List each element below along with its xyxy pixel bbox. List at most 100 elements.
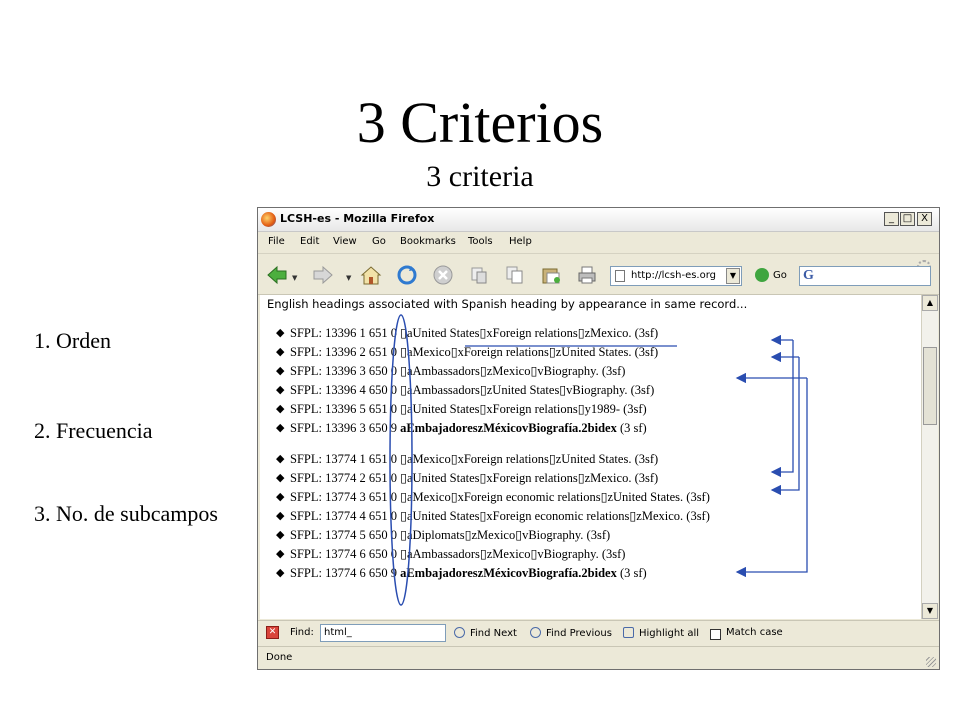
menu-view[interactable]: View (333, 236, 357, 247)
firefox-icon (261, 212, 276, 227)
bullet-icon: ◆ (276, 510, 285, 522)
record-line: ◆ SFPL: 13774 2 651 0 ▯aUnited States▯xFo… (276, 469, 659, 488)
close-button[interactable]: X (917, 212, 932, 226)
bullet-icon: ◆ (276, 529, 285, 541)
match-case-checkbox[interactable] (710, 629, 721, 640)
go-icon[interactable] (755, 268, 769, 282)
find-next-icon (454, 627, 465, 638)
google-icon[interactable]: G (803, 268, 814, 284)
record-heading: ▯aMexico▯xForeign relations▯zUnited Stat… (400, 452, 659, 466)
bullet-icon: ◆ (276, 365, 285, 377)
record-heading: ▯aUnited States▯xForeign economic relati… (400, 509, 710, 523)
highlight-all-button[interactable]: Highlight all (623, 627, 699, 639)
vertical-scrollbar[interactable]: ▲ ▼ (921, 295, 938, 619)
find-input[interactable]: html_ (320, 624, 446, 642)
record-id: SFPL: 13774 3 651 0 (290, 490, 401, 504)
highlight-all-label: Highlight all (639, 628, 700, 639)
record-line: ◆ SFPL: 13774 1 651 0 ▯aMexico▯xForeign r… (276, 450, 659, 469)
minimize-button[interactable]: _ (884, 212, 899, 226)
back-arrow-icon[interactable] (266, 264, 288, 286)
menu-bookmarks[interactable]: Bookmarks (400, 236, 456, 247)
bullet-icon: ◆ (276, 491, 285, 503)
record-line: ◆ SFPL: 13774 6 650 0 ▯aAmbassadors▯zMexi… (276, 545, 626, 564)
record-heading: ▯aAmbassadors▯zUnited States▯vBiography.… (400, 383, 655, 397)
address-bar[interactable]: http://lcsh-es.org ▼ (610, 266, 742, 286)
page-icon (615, 270, 625, 282)
record-id: SFPL: 13774 4 651 0 (290, 509, 401, 523)
record-count: (3 sf) (616, 566, 647, 580)
menu-help[interactable]: Help (509, 236, 532, 247)
paste-icon[interactable] (540, 264, 562, 286)
record-id: SFPL: 13774 6 650 9 (290, 566, 401, 580)
go-button[interactable]: Go (773, 270, 787, 281)
scroll-thumb[interactable] (923, 347, 937, 425)
record-id: SFPL: 13396 3 650 9 (290, 421, 401, 435)
record-line: ◆ SFPL: 13396 1 651 0 ▯aUnited States▯xFo… (276, 324, 659, 343)
highlight-icon (623, 627, 634, 638)
home-icon[interactable] (360, 264, 382, 286)
record-id: SFPL: 13774 2 651 0 (290, 471, 401, 485)
bullet-icon: ◆ (276, 548, 285, 560)
match-case-label: Match case (726, 627, 783, 638)
resize-grip-icon[interactable] (926, 657, 936, 667)
forward-dropdown-icon[interactable]: ▼ (346, 274, 351, 282)
url-text[interactable]: http://lcsh-es.org (631, 270, 716, 281)
record-heading: ▯aUnited States▯xForeign relations▯zMexi… (400, 326, 659, 340)
record-line: ◆ SFPL: 13774 6 650 9 aEmbajadoreszMéxico… (276, 564, 647, 583)
criterion-order: 1. Orden (34, 328, 111, 353)
url-dropdown-icon[interactable]: ▼ (726, 268, 740, 284)
print-icon[interactable] (576, 264, 598, 286)
back-dropdown-icon[interactable]: ▼ (292, 274, 297, 282)
menu-go[interactable]: Go (372, 236, 386, 247)
slide-subtitle: 3 criteria (426, 160, 534, 193)
record-id: SFPL: 13774 6 650 0 (290, 547, 401, 561)
find-next-button[interactable]: Find Next (454, 627, 517, 639)
find-next-label: Find Next (470, 628, 517, 639)
record-id: SFPL: 13396 4 650 0 (290, 383, 401, 397)
find-previous-label: Find Previous (546, 628, 612, 639)
copy-icon[interactable] (504, 264, 526, 286)
bullet-icon: ◆ (276, 453, 285, 465)
menu-file[interactable]: File (268, 236, 285, 247)
record-id: SFPL: 13396 1 651 0 (290, 326, 401, 340)
bullet-icon: ◆ (276, 384, 285, 396)
bullet-icon: ◆ (276, 403, 285, 415)
find-bar: ✕ Find: html_ Find Next Find Previous Hi… (258, 620, 939, 645)
browser-window: LCSH-es - Mozilla Firefox _ □ X File Edi… (257, 207, 940, 670)
record-id: SFPL: 13774 5 650 0 (290, 528, 401, 542)
record-line: ◆ SFPL: 13774 5 650 0 ▯aDiplomats▯zMexico… (276, 526, 610, 545)
find-previous-button[interactable]: Find Previous (530, 627, 612, 639)
window-title: LCSH-es - Mozilla Firefox (280, 212, 435, 225)
menu-tools[interactable]: Tools (468, 236, 493, 247)
status-bar: Done (258, 646, 939, 670)
title-bar[interactable]: LCSH-es - Mozilla Firefox _ □ X (258, 208, 939, 232)
find-label: Find: (290, 627, 314, 638)
record-heading: ▯aAmbassadors▯zMexico▯vBiography. (3sf) (400, 364, 626, 378)
bullet-icon: ◆ (276, 567, 285, 579)
menu-bar: File Edit View Go Bookmarks Tools Help (258, 232, 939, 274)
page-content: English headings associated with Spanish… (260, 295, 921, 619)
scroll-down-icon[interactable]: ▼ (922, 603, 938, 619)
cut-icon[interactable] (468, 264, 490, 286)
close-find-icon[interactable]: ✕ (266, 626, 279, 639)
reload-icon[interactable] (396, 264, 418, 286)
navigation-toolbar: ▼ ▼ http://lcsh-es.org ▼ Go G (258, 253, 939, 295)
bullet-icon: ◆ (276, 346, 285, 358)
menu-edit[interactable]: Edit (300, 236, 319, 247)
maximize-button[interactable]: □ (900, 212, 915, 226)
record-heading: ▯aUnited States▯xForeign relations▯zMexi… (400, 471, 659, 485)
status-text: Done (266, 652, 293, 663)
record-line: ◆ SFPL: 13396 5 651 0 ▯aUnited States▯xFo… (276, 400, 647, 419)
record-id: SFPL: 13774 1 651 0 (290, 452, 401, 466)
record-heading: ▯aMexico▯xForeign economic relations▯zUn… (400, 490, 710, 504)
record-line: ◆ SFPL: 13774 3 651 0 ▯aMexico▯xForeign e… (276, 488, 710, 507)
record-heading: ▯aUnited States▯xForeign relations▯y1989… (400, 402, 647, 416)
stop-icon[interactable] (432, 264, 454, 286)
forward-arrow-icon[interactable] (312, 264, 334, 286)
find-previous-icon (530, 627, 541, 638)
search-box[interactable]: G (799, 266, 931, 286)
record-line: ◆ SFPL: 13396 4 650 0 ▯aAmbassadors▯zUnit… (276, 381, 655, 400)
scroll-up-icon[interactable]: ▲ (922, 295, 938, 311)
record-id: SFPL: 13396 5 651 0 (290, 402, 401, 416)
record-heading: ▯aAmbassadors▯zMexico▯vBiography. (3sf) (400, 547, 626, 561)
